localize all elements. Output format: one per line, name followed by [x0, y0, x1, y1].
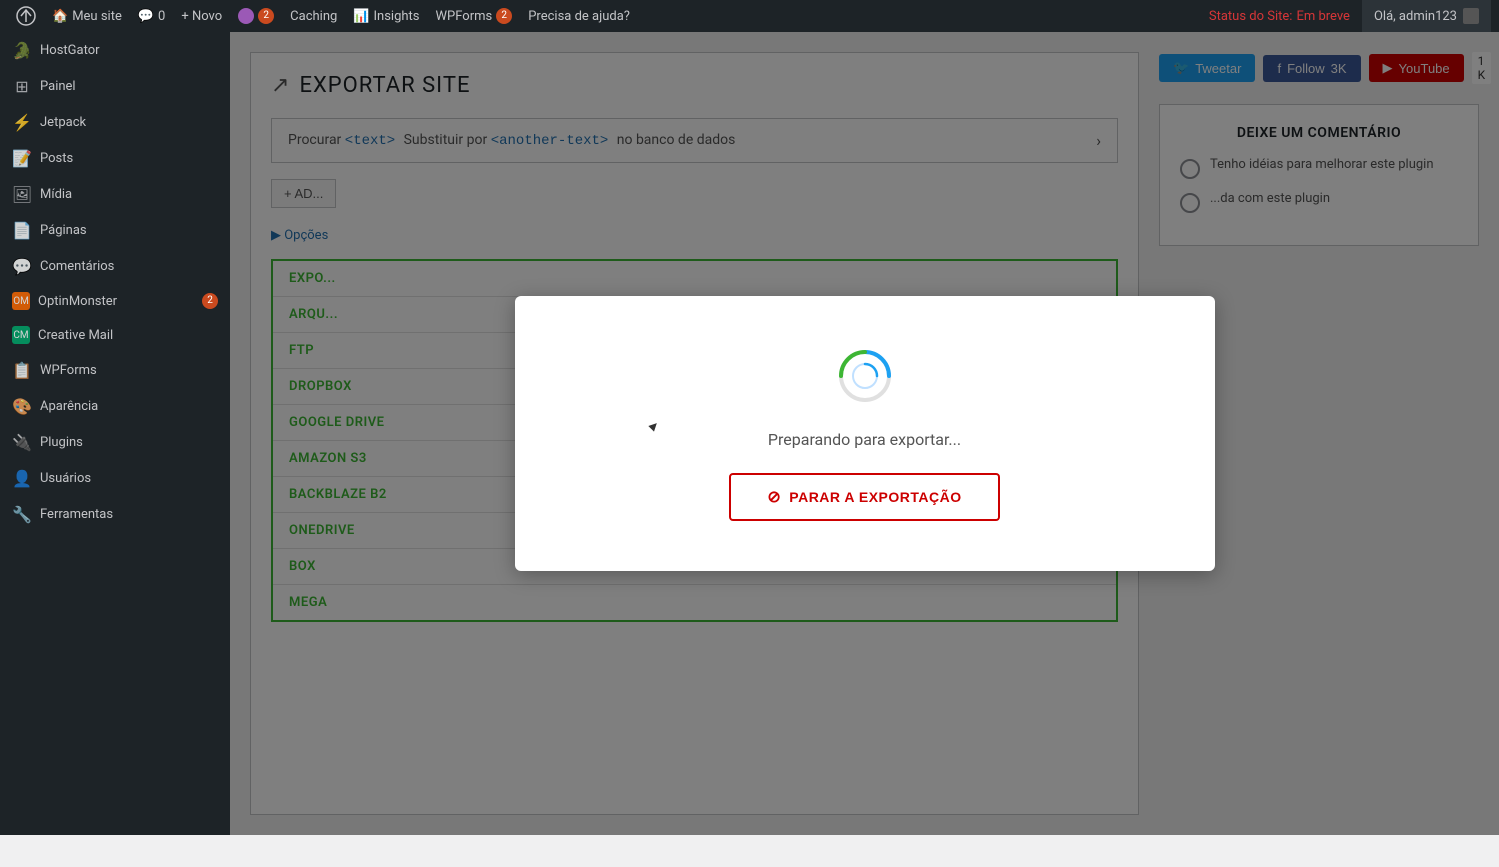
howdy-item[interactable]: Olá, admin123 — [1362, 0, 1491, 32]
stop-label: PARAR A EXPORTAÇÃO — [789, 489, 961, 505]
sidebar-item-painel[interactable]: ⊞ Painel — [0, 68, 230, 104]
sidebar-item-midia[interactable]: 🖼 Mídia — [0, 176, 230, 212]
comments-icon: 💬 — [12, 256, 32, 276]
new-label: + Novo — [181, 9, 222, 24]
sidebar-item-label: Páginas — [40, 223, 87, 238]
sidebar-item-creativemail[interactable]: CM Creative Mail — [0, 318, 230, 352]
sidebar-item-label: Creative Mail — [38, 328, 113, 343]
sidebar-item-comentarios[interactable]: 💬 Comentários — [0, 248, 230, 284]
sidebar-item-label: Plugins — [40, 435, 83, 450]
sidebar-item-label: HostGator — [40, 43, 100, 58]
wpforms-sidebar-icon: 📋 — [12, 360, 32, 380]
loading-icon — [835, 346, 895, 406]
modal-overlay: Preparando para exportar... ⊘ PARAR A EX… — [230, 32, 1499, 835]
sidebar-item-label: Jetpack — [40, 115, 86, 130]
stop-icon: ⊘ — [767, 487, 781, 507]
help-label: Precisa de ajuda? — [528, 9, 630, 24]
sidebar-item-aparencia[interactable]: 🎨 Aparência — [0, 388, 230, 424]
yoast-icon — [238, 8, 254, 24]
tools-icon: 🔧 — [12, 504, 32, 524]
hostgator-icon: 🐊 — [12, 40, 32, 60]
avatar — [1463, 8, 1479, 24]
sidebar-item-optinmonster[interactable]: OM OptinMonster 2 — [0, 284, 230, 318]
chart-icon: 📊 — [353, 9, 369, 24]
sidebar-item-label: Mídia — [40, 187, 72, 202]
optinmonster-icon: OM — [12, 292, 30, 310]
yoast-badge: 2 — [258, 8, 274, 24]
sidebar: 🐊 HostGator ⊞ Painel ⚡ Jetpack 📝 Posts 🖼… — [0, 32, 230, 835]
insights-label: Insights — [373, 9, 419, 24]
my-site-item[interactable]: 🏠 Meu site — [44, 0, 130, 32]
users-icon: 👤 — [12, 468, 32, 488]
howdy-text: Olá, admin123 — [1374, 9, 1457, 24]
pages-icon: 📄 — [12, 220, 32, 240]
spinner-svg — [835, 346, 895, 406]
sidebar-item-jetpack[interactable]: ⚡ Jetpack — [0, 104, 230, 140]
comment-icon: 💬 — [138, 9, 154, 24]
sidebar-item-wpforms[interactable]: 📋 WPForms — [0, 352, 230, 388]
sidebar-item-usuarios[interactable]: 👤 Usuários — [0, 460, 230, 496]
wpforms-badge: 2 — [496, 8, 512, 24]
media-icon: 🖼 — [12, 184, 32, 204]
export-modal: Preparando para exportar... ⊘ PARAR A EX… — [515, 296, 1215, 571]
wp-logo-item[interactable] — [8, 0, 44, 32]
appearance-icon: 🎨 — [12, 396, 32, 416]
admin-bar-right: Status do Site: Em breve Olá, admin123 — [1193, 0, 1491, 32]
sidebar-item-label: Ferramentas — [40, 507, 113, 522]
stop-export-button[interactable]: ⊘ PARAR A EXPORTAÇÃO — [729, 473, 999, 521]
new-item[interactable]: + Novo — [173, 0, 230, 32]
modal-loading-text: Preparando para exportar... — [768, 430, 961, 449]
yoast-item[interactable]: 2 — [230, 0, 282, 32]
main-layout: 🐊 HostGator ⊞ Painel ⚡ Jetpack 📝 Posts 🖼… — [0, 32, 1499, 835]
sidebar-item-label: WPForms — [40, 363, 97, 378]
caching-label: Caching — [290, 9, 337, 24]
jetpack-icon: ⚡ — [12, 112, 32, 132]
sidebar-item-posts[interactable]: 📝 Posts — [0, 140, 230, 176]
sidebar-item-ferramentas[interactable]: 🔧 Ferramentas — [0, 496, 230, 532]
admin-bar: 🏠 Meu site 💬 0 + Novo 2 Caching 📊 Insigh… — [0, 0, 1499, 32]
comments-item[interactable]: 💬 0 — [130, 0, 174, 32]
sidebar-item-label: Aparência — [40, 399, 98, 414]
status-label: Status do Site: — [1209, 9, 1293, 24]
sidebar-item-label: OptinMonster — [38, 294, 117, 309]
sidebar-item-label: Usuários — [40, 471, 91, 486]
sidebar-item-label: Painel — [40, 79, 76, 94]
sidebar-item-hostgator[interactable]: 🐊 HostGator — [0, 32, 230, 68]
home-icon: 🏠 — [52, 9, 68, 24]
dashboard-icon: ⊞ — [12, 76, 32, 96]
optinmonster-badge: 2 — [202, 293, 218, 309]
sidebar-item-label: Posts — [40, 151, 73, 166]
posts-icon: 📝 — [12, 148, 32, 168]
wpforms-label: WPForms — [436, 9, 493, 24]
sidebar-item-label: Comentários — [40, 259, 114, 274]
caching-item[interactable]: Caching — [282, 0, 345, 32]
insights-item[interactable]: 📊 Insights — [345, 0, 427, 32]
main-content: ↗ EXPORTAR SITE Procurar <text> Substitu… — [230, 32, 1499, 835]
sidebar-item-plugins[interactable]: 🔌 Plugins — [0, 424, 230, 460]
creativemail-icon: CM — [12, 326, 30, 344]
sidebar-item-paginas[interactable]: 📄 Páginas — [0, 212, 230, 248]
my-site-label: Meu site — [72, 9, 122, 24]
wpforms-item[interactable]: WPForms 2 — [428, 0, 521, 32]
status-value: Em breve — [1296, 9, 1350, 24]
site-status: Status do Site: Em breve — [1193, 0, 1362, 32]
plugins-icon: 🔌 — [12, 432, 32, 452]
comments-count: 0 — [158, 9, 165, 24]
help-item[interactable]: Precisa de ajuda? — [520, 0, 638, 32]
